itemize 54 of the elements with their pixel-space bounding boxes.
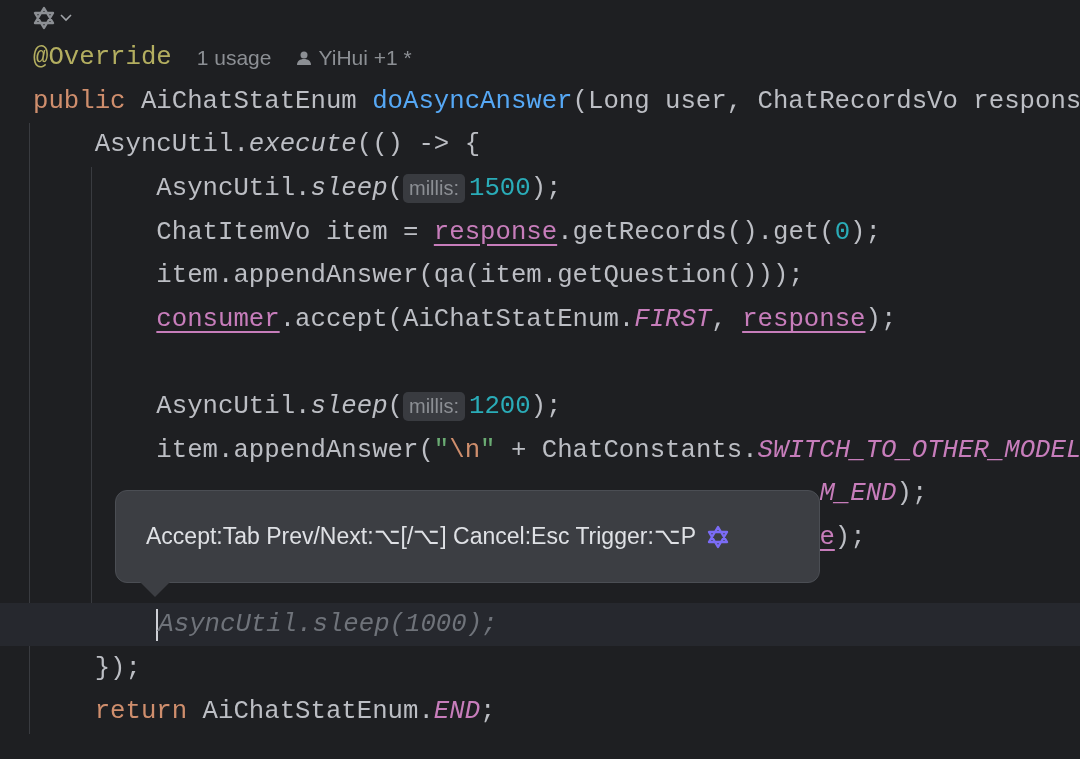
code-token: item.appendAnswer( bbox=[156, 435, 434, 465]
hexagram-icon bbox=[706, 524, 731, 549]
code-token: execute bbox=[248, 130, 357, 160]
code-token: @Override bbox=[33, 43, 172, 73]
code-token: AiChatStatEnum. bbox=[201, 697, 434, 727]
parameter-hint: millis: bbox=[403, 174, 465, 204]
code-token: response bbox=[742, 304, 866, 334]
ghost-suggestion: AsyncUtil.sleep(1000); bbox=[158, 610, 498, 639]
code-token: 1500 bbox=[469, 174, 531, 204]
code-token: \n bbox=[449, 435, 481, 465]
code-token: .getRecords().get( bbox=[557, 217, 835, 247]
code-token: FIRST bbox=[634, 304, 712, 334]
code-token: AsyncUtil. bbox=[156, 174, 311, 204]
code-token: return bbox=[94, 697, 188, 727]
code-token: (Long user, ChatRecordsVo respons bbox=[572, 86, 1080, 116]
code-token: + ChatConstants. bbox=[509, 435, 758, 465]
code-token: 1200 bbox=[469, 392, 531, 422]
code-token: ; bbox=[480, 697, 496, 727]
code-token: sleep bbox=[310, 392, 388, 422]
code-token: ); bbox=[834, 522, 866, 552]
code-token: ); bbox=[896, 479, 928, 509]
code-token: AsyncUtil. bbox=[94, 130, 249, 160]
code-token: item.appendAnswer(qa(item.getQuestion())); bbox=[156, 261, 804, 291]
code-token: ); bbox=[530, 392, 562, 422]
code-token: M_END bbox=[819, 479, 897, 509]
code-token: sleep bbox=[310, 174, 388, 204]
code-token: ( bbox=[387, 174, 403, 204]
usage-hint[interactable]: 1 usage bbox=[196, 45, 272, 70]
code-token: consumer bbox=[156, 304, 280, 334]
person-icon bbox=[296, 49, 313, 66]
code-token: SWITCH_TO_OTHER_MODEL bbox=[757, 435, 1080, 465]
code-token: public bbox=[33, 86, 126, 116]
code-token: END bbox=[433, 697, 481, 727]
code-token: doAsyncAnswer bbox=[372, 86, 573, 116]
code-token: ); bbox=[530, 174, 562, 204]
code-token: ); bbox=[850, 217, 881, 247]
parameter-hint: millis: bbox=[403, 392, 465, 422]
author-hint[interactable]: YiHui +1 * bbox=[318, 45, 412, 70]
code-token: (() -> { bbox=[356, 130, 481, 160]
code-token: .accept(AiChatStatEnum. bbox=[279, 304, 635, 334]
code-token: ( bbox=[387, 392, 403, 422]
chevron-down-icon[interactable] bbox=[60, 14, 72, 22]
code-token: ChatItemVo item = bbox=[156, 217, 420, 247]
code-token: 0 bbox=[834, 217, 851, 247]
code-token: }); bbox=[94, 653, 141, 683]
hexagram-icon bbox=[32, 6, 56, 30]
code-token: response bbox=[433, 217, 558, 247]
code-token: e bbox=[819, 522, 835, 552]
code-token: AsyncUtil. bbox=[156, 392, 311, 422]
code-token: ); bbox=[865, 304, 897, 334]
tooltip-text: Accept:Tab Prev/Next:⌥[/⌥] Cancel:Esc Trigger:⌥P bbox=[146, 523, 697, 550]
code-token: " bbox=[480, 435, 496, 465]
code-token: " bbox=[433, 435, 450, 465]
code-token: AiChatStatEnum bbox=[139, 86, 358, 116]
